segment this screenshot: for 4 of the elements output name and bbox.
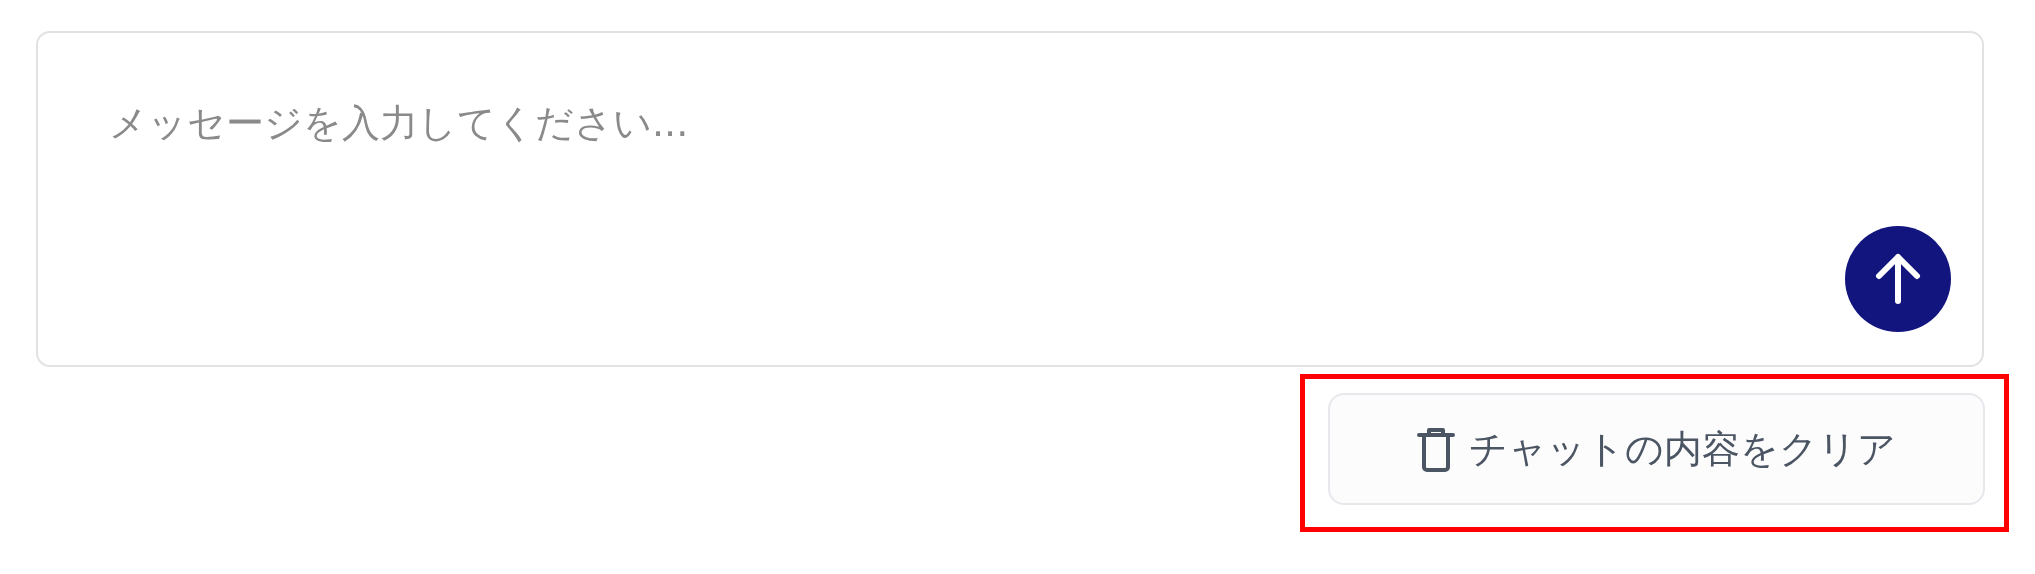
arrow-up-icon — [1875, 253, 1921, 305]
clear-chat-button[interactable]: チャットの内容をクリア — [1328, 393, 1985, 505]
message-input-field[interactable]: メッセージを入力してください... — [36, 31, 1984, 367]
trash-icon — [1417, 425, 1455, 473]
